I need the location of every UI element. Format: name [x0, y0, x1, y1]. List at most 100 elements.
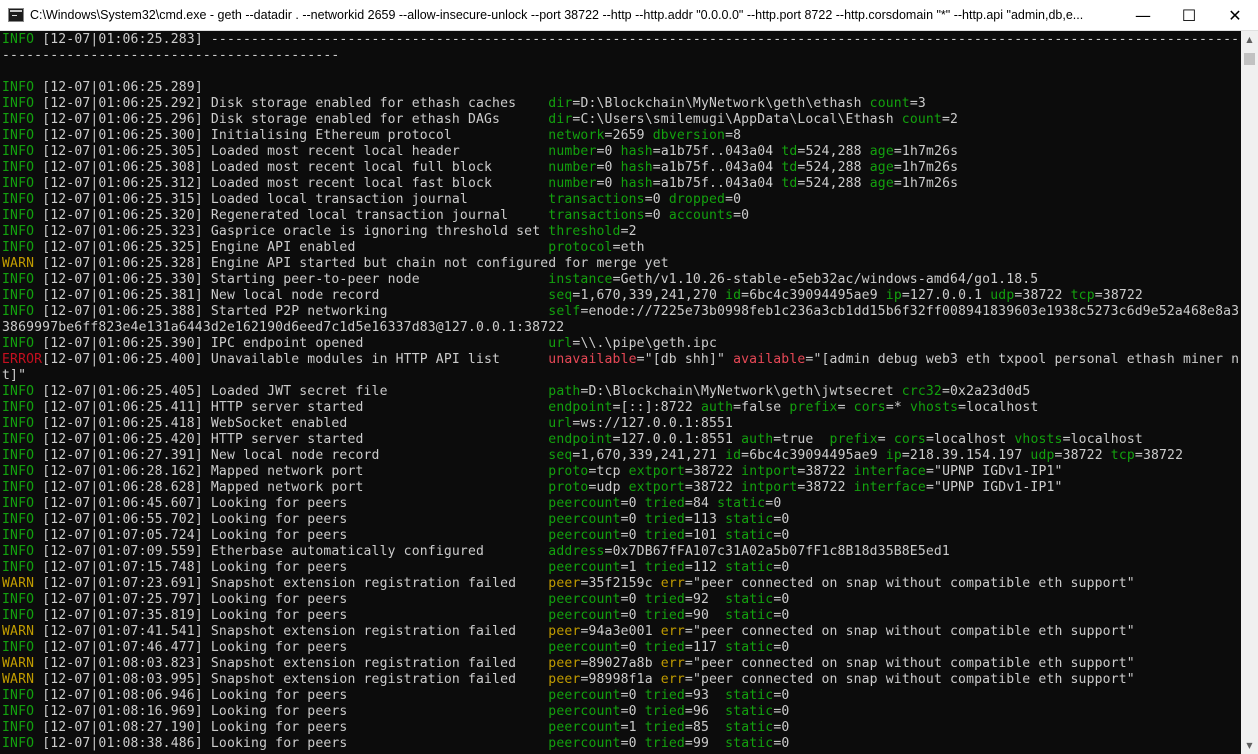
log-key: peer	[548, 672, 581, 687]
log-level: INFO	[2, 224, 35, 239]
log-value: "[admin debug web3 eth txpool personal e…	[813, 352, 1240, 367]
log-value: 0	[781, 528, 790, 543]
scrollbar-thumb[interactable]	[1244, 53, 1255, 65]
log-key: static	[717, 496, 766, 511]
log-timestamp: [12-07|01:08:27.190]	[42, 720, 203, 735]
log-line: ----------------------------------------…	[2, 48, 1240, 64]
log-value: a1b75f..043a04	[660, 144, 774, 159]
log-message: Loaded local transaction journal	[202, 192, 541, 207]
log-line: INFO [12-07|01:07:46.477] Looking for pe…	[2, 640, 790, 655]
log-value: 0	[652, 192, 661, 207]
log-value: D:\Blockchain\MyNetwork\geth\jwtsecret	[588, 384, 894, 399]
log-key: static	[725, 640, 774, 655]
log-key: peercount	[548, 608, 621, 623]
vertical-scrollbar[interactable]: ▲ ▼	[1241, 31, 1258, 754]
log-key: peercount	[548, 704, 621, 719]
log-value: 1	[628, 560, 637, 575]
log-key: crc32	[901, 384, 942, 399]
log-key: tried	[644, 592, 685, 607]
log-value: a1b75f..043a04	[660, 160, 774, 175]
log-level: INFO	[2, 592, 35, 607]
log-key: tried	[644, 528, 685, 543]
scroll-up-button[interactable]: ▲	[1241, 31, 1258, 48]
minimize-button[interactable]: —	[1120, 0, 1166, 31]
log-value: 0	[652, 208, 661, 223]
log-value: false	[741, 400, 782, 415]
log-message: Engine API enabled	[202, 240, 541, 255]
log-level: INFO	[2, 80, 35, 95]
log-level: INFO	[2, 32, 35, 47]
log-value: 0	[773, 496, 782, 511]
log-timestamp: [12-07|01:07:41.541]	[42, 624, 203, 639]
scroll-down-button[interactable]: ▼	[1241, 737, 1258, 754]
log-key: tcp	[1070, 288, 1095, 303]
log-key: vhosts	[909, 400, 959, 415]
maximize-button[interactable]: ☐	[1166, 0, 1212, 31]
log-level: INFO	[2, 432, 35, 447]
log-value: 0x2a23d0d5	[950, 384, 1031, 399]
console-output[interactable]: INFO [12-07|01:06:25.283] --------------…	[0, 31, 1240, 754]
log-level: INFO	[2, 608, 35, 623]
log-level: INFO	[2, 208, 35, 223]
window-title: C:\Windows\System32\cmd.exe - geth --dat…	[30, 8, 1084, 22]
log-value: 38722	[1102, 288, 1143, 303]
log-value: "UPNP IGDv1-IP1"	[934, 464, 1063, 479]
log-line: 3869997be6ff823e4e131a6443d2e162190d6eed…	[2, 320, 1240, 336]
close-button[interactable]: ✕	[1212, 0, 1258, 31]
log-value: "peer connected on snap without compatib…	[692, 672, 1135, 687]
log-timestamp: [12-07|01:07:46.477]	[42, 640, 203, 655]
log-value: 1,670,339,241,270	[580, 288, 718, 303]
log-value: 0	[628, 640, 637, 655]
log-message: Mapped network port	[202, 480, 541, 495]
log-key: accounts	[668, 208, 734, 223]
log-value: 218.39.154.197	[909, 448, 1023, 463]
log-line: INFO [12-07|01:06:27.391] New local node…	[2, 448, 1184, 463]
log-key: proto	[548, 480, 589, 495]
log-value: 38722	[1142, 448, 1184, 463]
log-value: ws://127.0.0.1:8551	[580, 416, 734, 431]
log-message: Disk storage enabled for ethash DAGs	[202, 112, 541, 127]
scroll-down-icon: ▼	[1246, 741, 1253, 750]
log-message: Mapped network port	[202, 464, 541, 479]
log-message: HTTP server started	[202, 400, 541, 415]
maximize-icon: ☐	[1181, 6, 1197, 25]
log-value: "peer connected on snap without compatib…	[692, 576, 1135, 591]
log-line: INFO [12-07|01:07:25.797] Looking for pe…	[2, 592, 790, 607]
log-value: *	[893, 400, 902, 415]
log-key: static	[725, 512, 774, 527]
log-key: static	[725, 528, 774, 543]
log-line: INFO [12-07|01:06:25.411] HTTP server st…	[2, 400, 1039, 415]
log-key: hash	[620, 144, 653, 159]
log-value: 112	[692, 560, 718, 575]
title-bar[interactable]: C:\Windows\System32\cmd.exe - geth --dat…	[0, 0, 1258, 31]
log-key: endpoint	[548, 432, 613, 447]
log-level: INFO	[2, 560, 35, 575]
log-value: 1	[628, 720, 637, 735]
log-value: "peer connected on snap without compatib…	[692, 656, 1135, 671]
log-message: WebSocket enabled	[202, 416, 541, 431]
log-value: [::]:8722	[620, 400, 693, 415]
log-value: 0	[628, 736, 637, 751]
log-value: C:\Users\smilemugi\AppData\Local\Ethash	[580, 112, 894, 127]
log-timestamp: [12-07|01:06:25.325]	[42, 240, 203, 255]
log-value: 0	[781, 608, 790, 623]
log-raw-text: ----------------------------------------…	[2, 48, 340, 63]
log-key: static	[725, 688, 774, 703]
log-key: ip	[885, 288, 902, 303]
log-value: 2659	[612, 128, 645, 143]
log-value: 38722	[805, 464, 846, 479]
log-message: Looking for peers	[202, 528, 541, 543]
log-value: 2	[950, 112, 959, 127]
log-line: INFO [12-07|01:07:05.724] Looking for pe…	[2, 528, 790, 543]
log-line: INFO [12-07|01:06:25.323] Gasprice oracl…	[2, 224, 637, 239]
log-value: 113	[692, 512, 718, 527]
log-value: 6bc4c39094495ae9	[749, 448, 878, 463]
log-value: "UPNP IGDv1-IP1"	[934, 480, 1063, 495]
log-timestamp: [12-07|01:06:25.411]	[42, 400, 203, 415]
log-level: INFO	[2, 240, 35, 255]
log-message: Snapshot extension registration failed	[202, 656, 541, 671]
log-value: 0	[733, 192, 742, 207]
log-key: peer	[548, 656, 581, 671]
log-value: 3	[917, 96, 926, 111]
